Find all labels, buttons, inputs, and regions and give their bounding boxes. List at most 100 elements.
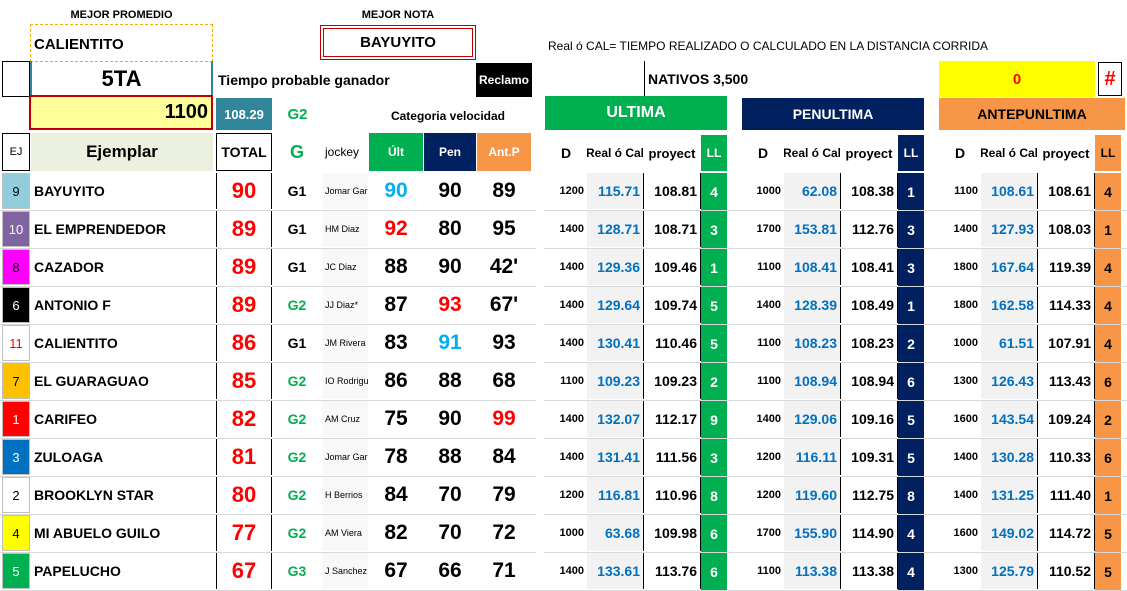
a-distance: 1100 [954,185,978,197]
horse-total: 81 [216,439,272,475]
u-real-time: 63.68 [587,515,643,551]
horse-name: CALIENTITO [34,335,118,351]
horse-name: ANTONIO F [34,297,111,313]
penultima-header: PENULTIMA [742,98,924,130]
horse-jockey: Jomar Gar [322,439,368,475]
p-real-time: 62.08 [784,173,840,209]
horse-grade: G1 [287,183,307,199]
horse-number: 6 [2,287,30,323]
u-projected: 109.23 [643,363,701,399]
p-distance: 1200 [756,489,781,501]
p-distance: 1100 [757,375,781,387]
u-projected: 109.98 [643,515,701,551]
speed-ult: 92 [384,217,408,240]
section-divider-1 [536,96,544,588]
mejor-promedio-label: MEJOR PROMEDIO [70,9,173,21]
col-jockey: jockey [325,145,360,159]
a-distance: 1800 [953,299,978,311]
horse-total: 86 [216,325,272,361]
penultima-col-ll: LL [898,135,924,171]
horse-grade: G1 [287,259,307,275]
p-distance: 1200 [756,451,781,463]
race-distance: 1100 [29,95,213,130]
u-distance: 1400 [559,223,584,235]
a-distance: 1600 [953,527,978,539]
horse-name: ZULOAGA [34,449,104,465]
u-distance: 1400 [559,337,584,349]
horse-number: 9 [2,173,30,209]
horse-total: 80 [216,477,272,513]
horse-number: 4 [2,515,30,551]
u-projected: 108.71 [643,211,701,247]
speed-antp: 95 [492,217,516,240]
a-real-time: 143.54 [981,401,1037,437]
horse-name: BAYUYITO [34,183,105,199]
col-ult: Últ [369,133,423,171]
tiempo-probable-label: Tiempo probable ganador [218,72,390,88]
antepenultima-col-d: D [954,145,966,161]
speed-ult: 88 [384,255,408,278]
speed-antp: 71 [492,559,516,582]
u-ll: 6 [701,515,727,552]
horse-jockey: AM Viera [322,515,368,551]
a-real-time: 126.43 [981,363,1037,399]
speed-ult: 67 [384,559,408,582]
a-ll: 5 [1095,515,1121,552]
ultima-col-real: Real ó Cal [587,146,643,160]
horse-total: 82 [216,401,272,437]
a-distance: 1400 [953,451,978,463]
u-projected: 110.96 [643,477,701,513]
u-projected: 110.46 [643,325,701,361]
u-projected: 109.46 [643,249,701,285]
antepenultima-col-proyect: proyect [1042,145,1090,161]
p-projected: 109.16 [840,401,898,437]
u-projected: 112.17 [643,401,701,437]
p-distance: 1100 [757,565,781,577]
speed-antp: 67' [489,293,519,316]
horse-number: 1 [2,401,30,437]
u-real-time: 129.36 [587,249,643,285]
u-real-time: 115.71 [587,173,643,209]
horse-jockey: Jomar Gar [322,173,368,209]
speed-ult: 87 [384,293,408,316]
speed-ult: 84 [384,483,408,506]
p-real-time: 153.81 [784,211,840,247]
u-real-time: 133.61 [587,553,643,589]
a-projected: 108.03 [1037,211,1095,247]
race-number: 5TA [30,61,213,97]
a-ll: 6 [1095,363,1121,400]
horse-jockey: AM Cruz [322,401,368,437]
speed-ult: 78 [384,445,408,468]
p-projected: 108.94 [840,363,898,399]
u-ll: 6 [701,553,727,590]
p-ll: 1 [898,287,924,324]
p-ll: 4 [898,553,924,590]
p-ll: 1 [898,173,924,210]
mejor-nota-label: MEJOR NOTA [361,9,435,21]
u-distance: 1200 [559,185,584,197]
u-real-time: 130.41 [587,325,643,361]
u-projected: 109.74 [643,287,701,323]
a-ll: 2 [1095,401,1121,438]
u-distance: 1200 [559,489,584,501]
speed-pen: 70 [438,521,462,544]
horse-jockey: IO Rodrigu [322,363,368,399]
speed-pen: 90 [438,407,462,430]
horse-jockey: JM Rivera [322,325,368,361]
a-ll: 4 [1095,287,1121,324]
antepenultima-col-ll: LL [1095,135,1121,171]
p-real-time: 129.06 [784,401,840,437]
p-projected: 108.23 [840,325,898,361]
p-ll: 3 [898,249,924,286]
a-projected: 111.40 [1037,477,1095,513]
a-projected: 119.39 [1037,249,1095,285]
horse-grade: G1 [287,335,307,351]
speed-antp: 79 [492,483,516,506]
p-ll: 3 [898,211,924,248]
p-real-time: 155.90 [784,515,840,551]
penultima-col-real: Real ó Cal [784,146,840,160]
horse-name: EL GUARAGUAO [34,373,149,389]
ultima-header: ULTIMA [545,96,727,130]
speed-pen: 70 [438,483,462,506]
a-distance: 1800 [953,261,978,273]
